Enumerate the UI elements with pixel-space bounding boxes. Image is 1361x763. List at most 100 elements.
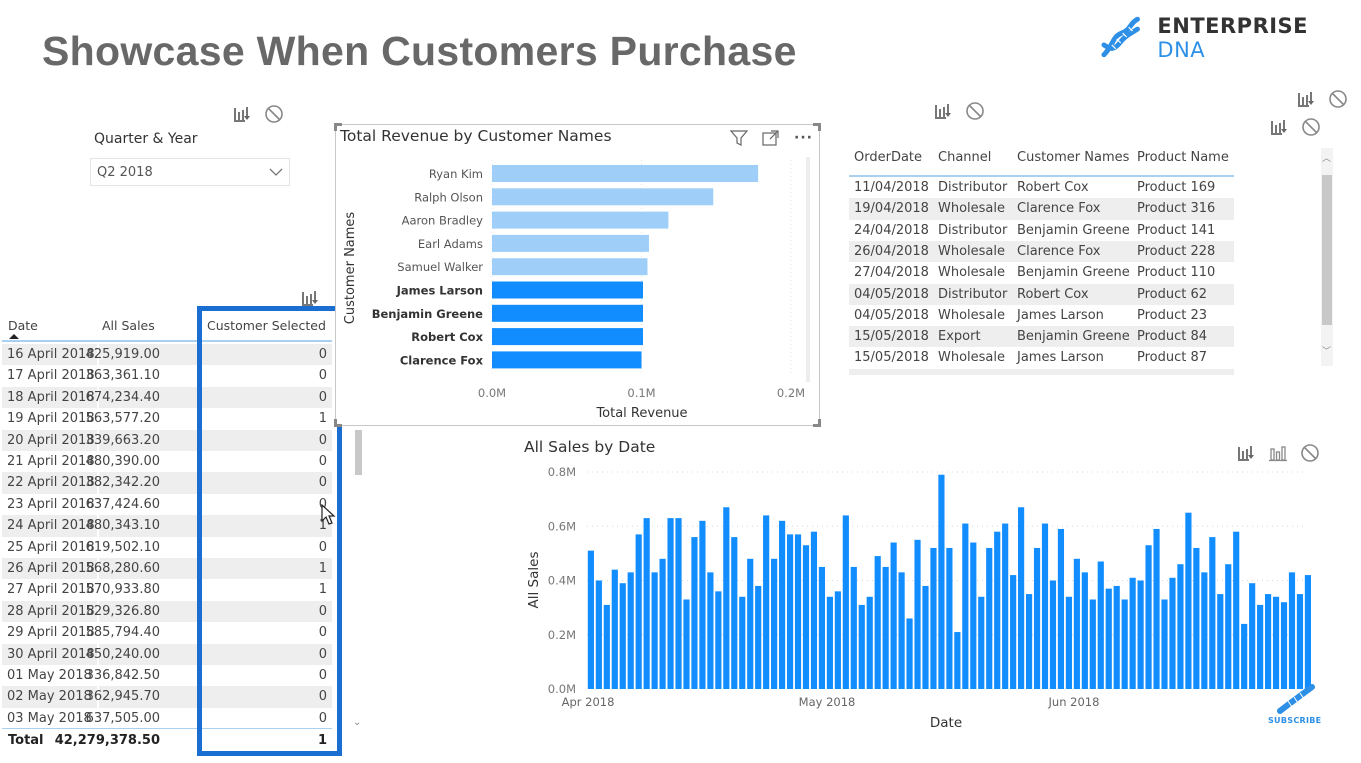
- none-icon[interactable]: [1301, 117, 1321, 137]
- bar: [1217, 594, 1224, 689]
- bar: [890, 542, 897, 689]
- orders-table-scrollbar[interactable]: [1322, 175, 1332, 325]
- bar: [627, 572, 634, 689]
- total-label: Total: [8, 733, 44, 748]
- bar: [938, 474, 945, 689]
- table-row[interactable]: 04/05/2018 Wholesale James Larson Product 2…: [849, 305, 1234, 326]
- bar: [651, 572, 658, 689]
- bar: [611, 569, 618, 689]
- table-row[interactable]: 15/05/2018 Wholesale James Larson Product 8…: [849, 347, 1234, 368]
- bar: [1097, 561, 1104, 689]
- category-label: Ralph Olson: [414, 190, 483, 204]
- table-row[interactable]: 26/04/2018 Wholesale Clarence Fox Product 2…: [849, 240, 1234, 263]
- column-header-customer-names[interactable]: Customer Names: [1017, 150, 1129, 165]
- table-row[interactable]: 15/05/2018 Export Benjamin Greene Product 8…: [849, 326, 1234, 348]
- cell-date: 19 April 2018: [7, 411, 95, 427]
- filter-visual-icon[interactable]: [933, 101, 953, 121]
- bar: [492, 304, 643, 322]
- bar: [906, 618, 913, 689]
- table-row[interactable]: 27/04/2018 Wholesale Benjamin Greene Produc…: [849, 262, 1234, 283]
- table-row[interactable]: 24/04/2018 Distributor Benjamin Greene Prod…: [849, 220, 1234, 241]
- bar: [898, 572, 905, 689]
- bar: [1153, 528, 1160, 689]
- bar: [842, 515, 849, 689]
- bar: [1193, 547, 1200, 689]
- scroll-up-icon[interactable]: ︿: [1322, 151, 1331, 164]
- bar: [1057, 528, 1065, 689]
- bar: [659, 558, 666, 689]
- bar: [962, 523, 969, 689]
- cell-sales: 619,502.10: [85, 539, 160, 555]
- cell-sales: 339,663.20: [85, 432, 160, 448]
- cell-customer: Benjamin Greene: [1017, 329, 1130, 345]
- x-tick-label: 0.0M: [478, 386, 506, 400]
- filter-visual-icon[interactable]: [232, 104, 252, 124]
- cell-date: 21 April 2018: [7, 454, 95, 469]
- x-tick-label: May 2018: [799, 695, 856, 709]
- cell-date: 27 April 2018: [7, 582, 95, 598]
- scroll-down-icon[interactable]: ⌄: [353, 717, 361, 728]
- bar: [802, 545, 810, 689]
- column-header-product-name[interactable]: Product Name: [1137, 150, 1229, 165]
- cell-channel: Distributor: [938, 222, 1008, 238]
- cell-channel: Wholesale: [938, 307, 1006, 323]
- orders-table-header: OrderDate Channel Customer Names Product…: [849, 144, 1234, 177]
- subscribe-label[interactable]: SUBSCRIBE: [1268, 716, 1321, 725]
- filter-visual-icon[interactable]: [1236, 443, 1256, 463]
- column-header-channel[interactable]: Channel: [938, 150, 991, 165]
- category-label: Aaron Bradley: [402, 214, 484, 228]
- revenue-by-customer-chart[interactable]: Total Revenue by Customer Names ··· 0.0M…: [334, 123, 821, 427]
- y-tick-label: 0.6M: [548, 519, 576, 533]
- none-icon[interactable]: [264, 104, 284, 124]
- total-sales: 42,279,378.50: [54, 733, 160, 748]
- y-tick-label: 0.4M: [548, 574, 576, 588]
- none-icon[interactable]: [1328, 89, 1348, 109]
- cell-channel: Wholesale: [938, 201, 1006, 217]
- dna-subscribe-icon[interactable]: [1276, 683, 1316, 715]
- cell-orderdate: 15/05/2018: [854, 350, 929, 366]
- none-icon[interactable]: [965, 101, 985, 121]
- filter-visual-icon[interactable]: [1269, 117, 1289, 137]
- bar: [954, 632, 961, 689]
- sales-table-scrollbar[interactable]: [355, 430, 362, 475]
- filter-visual-icon[interactable]: [1296, 89, 1316, 109]
- bar: [691, 537, 698, 689]
- highlight-visual-icon[interactable]: [1268, 443, 1288, 463]
- table-row[interactable]: 11/04/2018 Distributor Robert Cox Product 1…: [849, 177, 1234, 198]
- cell-channel: Wholesale: [938, 350, 1006, 366]
- bar: [763, 515, 770, 689]
- quarter-year-dropdown[interactable]: Q2 2018: [90, 158, 290, 186]
- table-row[interactable]: 19/04/2018 Wholesale Clarence Fox Product 3…: [849, 198, 1234, 220]
- bar: [492, 165, 759, 182]
- bar: [794, 534, 802, 689]
- bar: [1177, 564, 1184, 689]
- bar: [1073, 558, 1080, 689]
- column-header-all-sales[interactable]: All Sales: [102, 318, 155, 333]
- cell-sales: 362,945.70: [85, 689, 160, 705]
- orders-table: OrderDate Channel Customer Names Product…: [849, 144, 1239, 375]
- bar: [1161, 599, 1168, 689]
- column-header-date[interactable]: Date: [8, 318, 38, 333]
- none-icon[interactable]: [1300, 443, 1320, 463]
- bar: [1264, 594, 1272, 689]
- bar: [986, 547, 993, 689]
- bar: [914, 539, 921, 689]
- bar: [1049, 580, 1057, 689]
- bar: [595, 580, 602, 689]
- cell-customer: Clarence Fox: [1017, 201, 1101, 217]
- bar: [826, 596, 833, 689]
- column-chart-visual-icons: [1236, 443, 1320, 463]
- bar: [978, 596, 985, 689]
- table-row[interactable]: 04/05/2018 Distributor Robert Cox Product 6…: [849, 283, 1234, 305]
- cell-date: 25 April 2018: [7, 539, 95, 555]
- bar: [1145, 545, 1152, 689]
- bar: [1065, 596, 1072, 689]
- scroll-down-icon[interactable]: ﹀: [1322, 344, 1331, 357]
- chevron-down-icon: [269, 168, 283, 176]
- category-label: Ryan Kim: [429, 167, 483, 181]
- y-axis-title: Customer Names: [343, 212, 358, 325]
- filter-visual-icon[interactable]: [300, 288, 320, 308]
- column-header-orderdate[interactable]: OrderDate: [854, 150, 922, 165]
- cell-date: 26 April 2018: [7, 561, 95, 576]
- bar: [946, 547, 953, 689]
